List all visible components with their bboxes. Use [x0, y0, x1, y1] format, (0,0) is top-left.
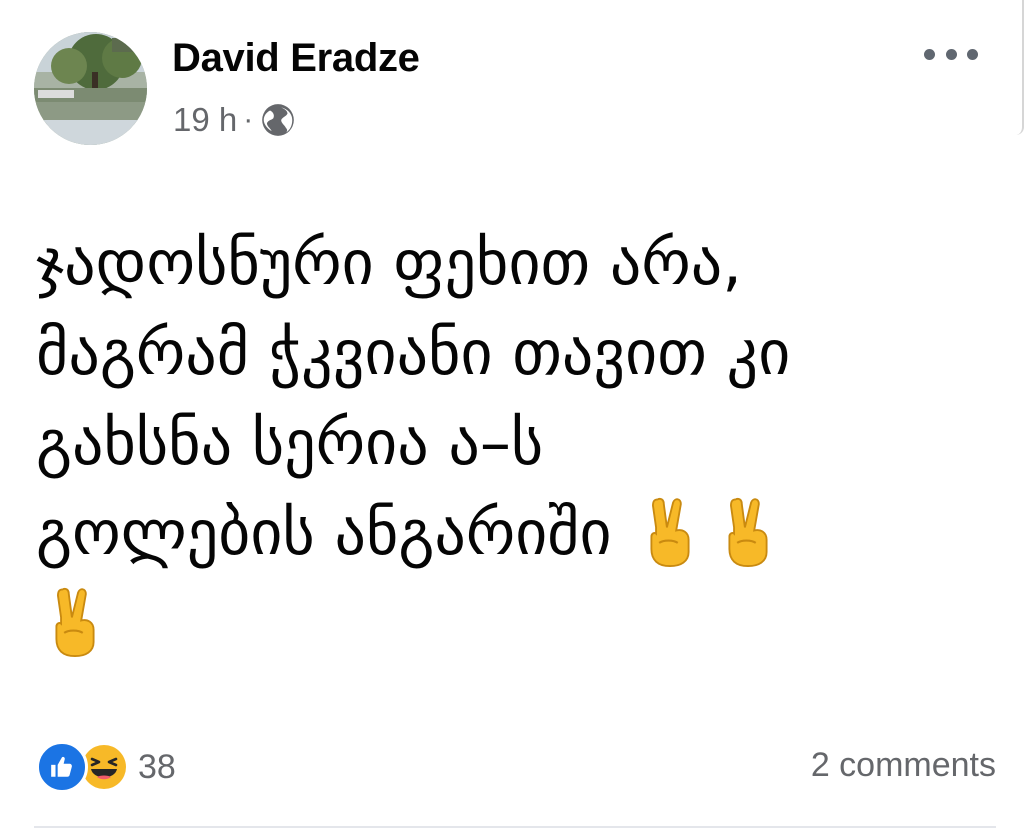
- more-dot: [945, 48, 957, 60]
- post-text-line: გოლების ანგარიში: [36, 488, 996, 578]
- post-text-line-words: გოლების ანგარიში: [36, 496, 612, 569]
- victory-hand-emoji: [728, 497, 768, 568]
- post-text-line: გახსნა სერია ა–ს: [36, 406, 544, 479]
- thumbs-up-glyph: [51, 756, 72, 777]
- divider: [34, 826, 996, 828]
- victory-hand-emoji: [55, 587, 95, 658]
- post-text-line: ჯადოსნური ფეხით არა,: [36, 226, 742, 299]
- reaction-count: 38: [138, 747, 176, 786]
- post-text-line: მაგრამ ჭკვიანი თავით კი: [36, 316, 791, 389]
- author-name[interactable]: David Eradze: [172, 36, 420, 81]
- scroll-edge: [1016, 0, 1024, 135]
- more-dot: [924, 48, 935, 60]
- meta-separator: ·: [243, 103, 254, 136]
- victory-hand-emoji: [650, 497, 690, 568]
- post-time[interactable]: 19 h: [173, 101, 237, 139]
- more-options-icon[interactable]: [924, 40, 978, 68]
- post-text-line: [36, 578, 996, 668]
- post-meta: 19 h ·: [173, 98, 297, 142]
- globe-icon[interactable]: [259, 101, 297, 139]
- reactions-summary[interactable]: 38: [36, 741, 176, 793]
- avatar-photo: [34, 32, 147, 145]
- more-dot: [967, 48, 978, 60]
- comments-link[interactable]: 2 comments: [811, 746, 996, 785]
- avatar[interactable]: [34, 32, 147, 145]
- post-text: ჯადოსნური ფეხით არა, მაგრამ ჭკვიანი თავით…: [36, 218, 996, 668]
- like-icon: [36, 741, 88, 793]
